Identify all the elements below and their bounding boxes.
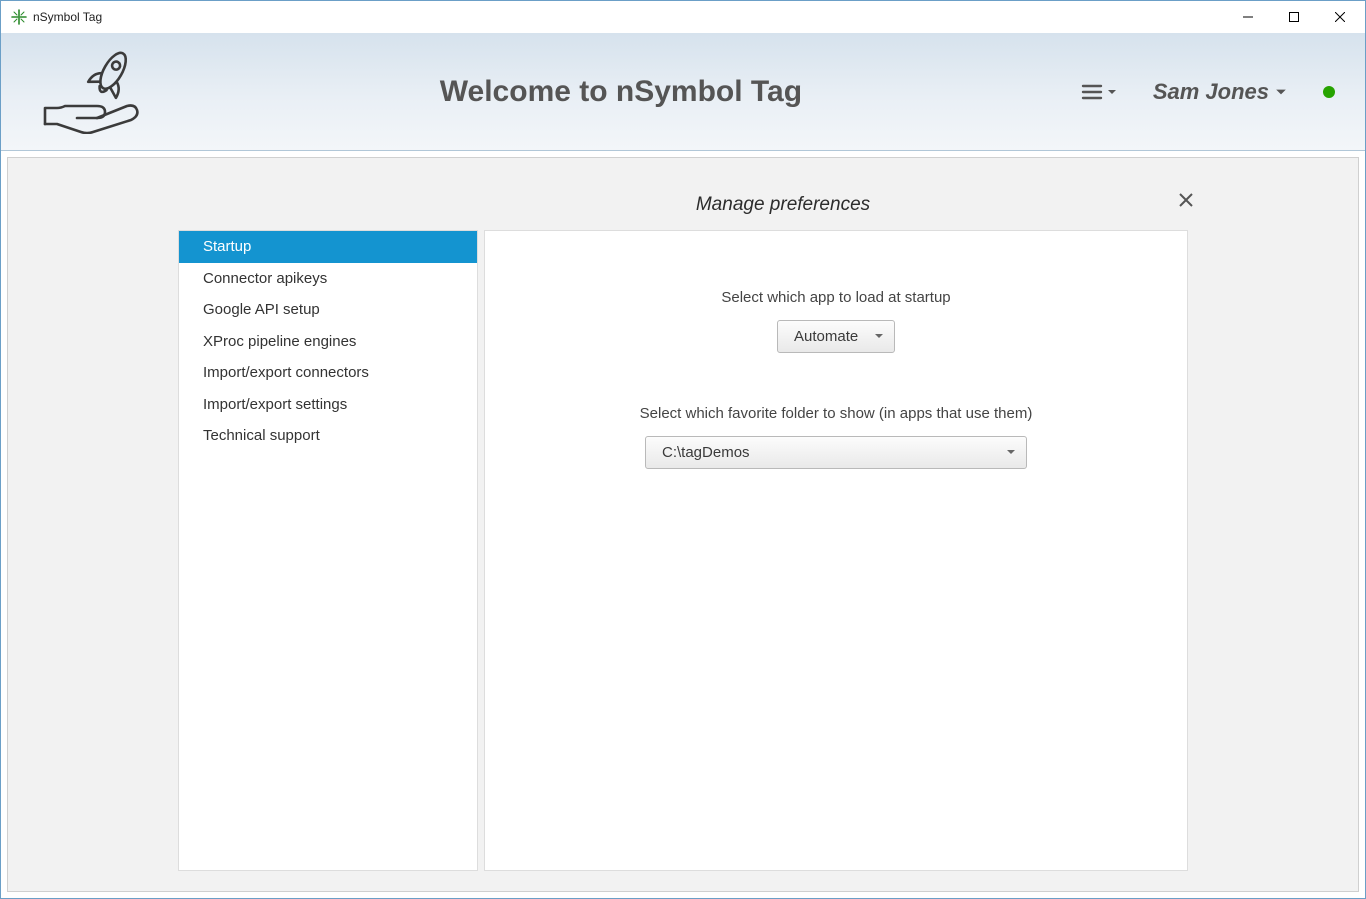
caret-down-icon [1006,444,1016,461]
preferences-main: Select which app to load at startup Auto… [484,230,1188,871]
close-icon [1178,192,1194,208]
sidebar-item-technical-support[interactable]: Technical support [179,420,477,452]
sidebar-item-import-export-settings[interactable]: Import/export settings [179,389,477,421]
sidebar-item-google-api-setup[interactable]: Google API setup [179,294,477,326]
username-label: Sam Jones [1153,79,1269,105]
sidebar-item-xproc-pipeline-engines[interactable]: XProc pipeline engines [179,326,477,358]
maximize-button[interactable] [1271,2,1317,32]
app-logo-icon [31,50,141,134]
startup-app-dropdown[interactable]: Automate [777,320,895,353]
user-menu-button[interactable]: Sam Jones [1153,79,1287,105]
caret-down-icon [1275,86,1287,98]
startup-folder-dropdown[interactable]: C:\tagDemos [645,436,1027,469]
preferences-sidebar: Startup Connector apikeys Google API set… [178,230,478,871]
panel-title: Manage preferences [496,194,870,216]
window-title: nSymbol Tag [33,10,102,24]
sidebar-item-import-export-connectors[interactable]: Import/export connectors [179,357,477,389]
titlebar: nSymbol Tag [1,1,1365,33]
panel-body: Startup Connector apikeys Google API set… [178,230,1188,871]
app-icon [11,9,27,25]
caret-down-icon [1107,87,1117,97]
status-indicator-icon [1323,86,1335,98]
sidebar-item-connector-apikeys[interactable]: Connector apikeys [179,263,477,295]
startup-folder-label: Select which favorite folder to show (in… [640,405,1033,422]
hamburger-icon [1081,82,1105,102]
startup-app-label: Select which app to load at startup [721,289,950,306]
header-right: Sam Jones [1081,79,1335,105]
caret-down-icon [874,328,884,345]
close-button[interactable] [1317,2,1363,32]
app-window: nSymbol Tag [0,0,1366,899]
startup-app-value: Automate [794,328,858,345]
sidebar-item-startup[interactable]: Startup [179,231,477,263]
minimize-button[interactable] [1225,2,1271,32]
content-area: Manage preferences Startup Connector api… [7,157,1359,892]
panel-title-row: Manage preferences [178,180,1188,230]
window-controls [1225,2,1363,32]
welcome-title: Welcome to nSymbol Tag [141,75,1081,109]
startup-folder-value: C:\tagDemos [662,444,750,461]
panel-close-button[interactable] [1178,192,1194,213]
app-header: Welcome to nSymbol Tag Sam Jones [1,33,1365,151]
menu-button[interactable] [1081,82,1117,102]
preferences-panel: Manage preferences Startup Connector api… [178,180,1188,871]
